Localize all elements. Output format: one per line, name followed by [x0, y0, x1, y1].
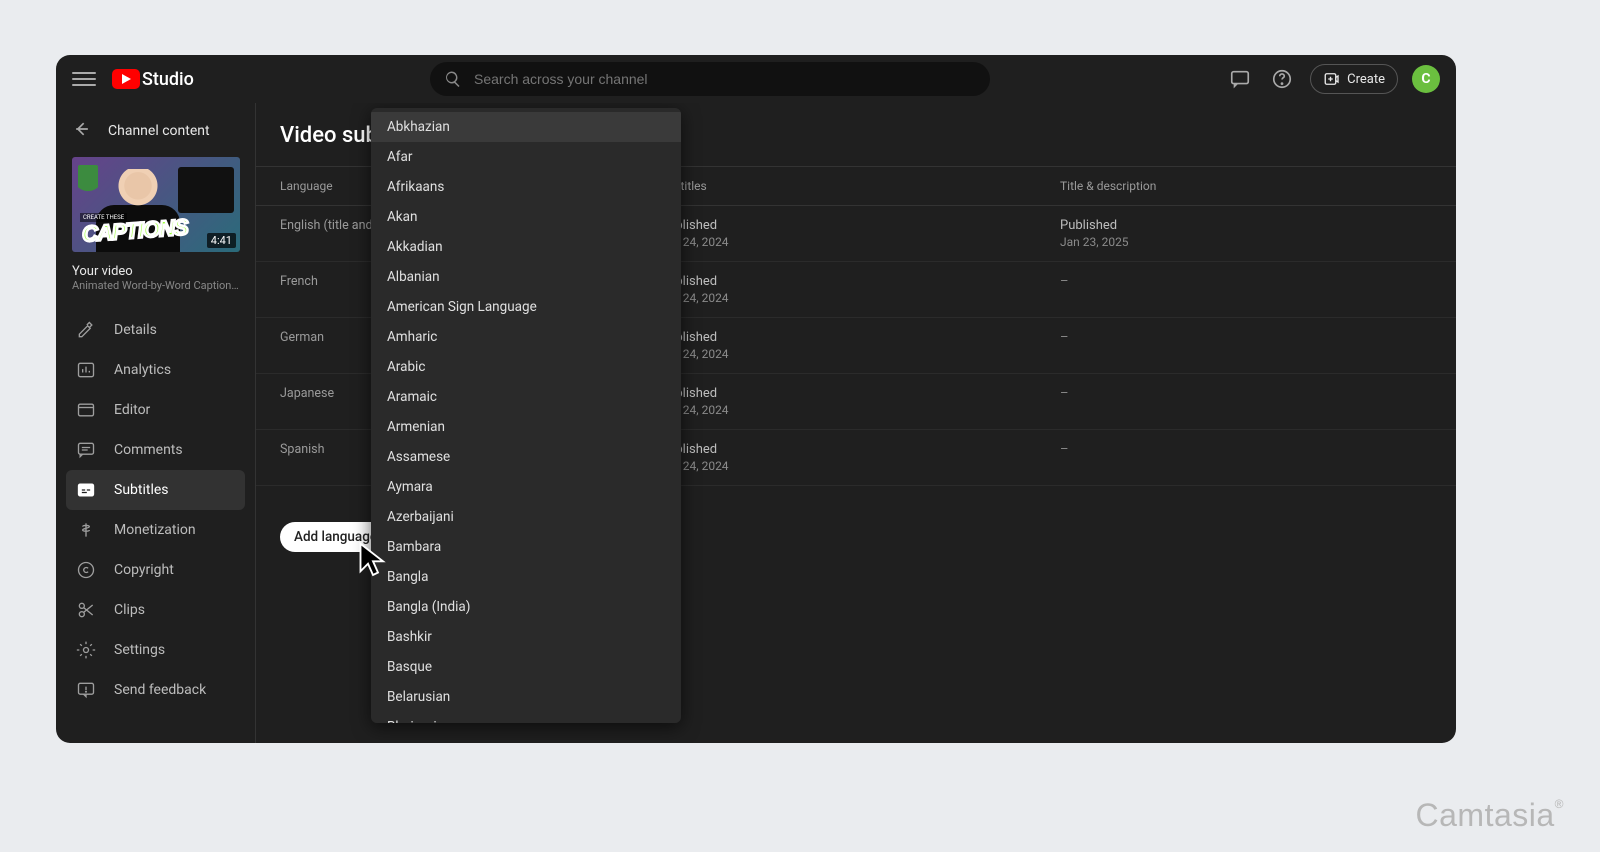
- sidebar-item-editor[interactable]: Editor: [56, 390, 255, 430]
- language-option[interactable]: Akan: [371, 202, 681, 232]
- search-bar[interactable]: [430, 62, 990, 96]
- nav-label: Monetization: [114, 522, 196, 538]
- search-icon: [444, 70, 462, 88]
- editor-icon: [76, 400, 96, 420]
- nav-label: Editor: [114, 402, 150, 418]
- cell-subtitles: PublishedJan 24, 2024: [660, 274, 1060, 305]
- sidebar-item-comments[interactable]: Comments: [56, 430, 255, 470]
- language-option[interactable]: Aramaic: [371, 382, 681, 412]
- sidebar-item-copyright[interactable]: Copyright: [56, 550, 255, 590]
- feedback-icon: [76, 680, 96, 700]
- cell-subtitles: PublishedJan 24, 2024: [660, 442, 1060, 473]
- money-icon: [76, 520, 96, 540]
- sidebar-item-details[interactable]: Details: [56, 310, 255, 350]
- create-button[interactable]: Create: [1310, 64, 1398, 94]
- main-content: Video subtitles Language Subtitles Title…: [256, 103, 1456, 743]
- language-option[interactable]: American Sign Language: [371, 292, 681, 322]
- video-thumbnail[interactable]: CREATE THESE CAPTIONS 4:41: [72, 157, 240, 252]
- language-option[interactable]: Bangla (India): [371, 592, 681, 622]
- language-option[interactable]: Basque: [371, 652, 681, 682]
- nav-label: Analytics: [114, 362, 171, 378]
- language-option[interactable]: Amharic: [371, 322, 681, 352]
- language-option[interactable]: Bashkir: [371, 622, 681, 652]
- language-option[interactable]: Belarusian: [371, 682, 681, 712]
- sidebar-item-subtitles[interactable]: Subtitles: [66, 470, 245, 510]
- sidebar-item-clips[interactable]: Clips: [56, 590, 255, 630]
- create-label: Create: [1347, 72, 1385, 87]
- create-plus-icon: [1323, 70, 1341, 88]
- menu-icon[interactable]: [72, 67, 96, 91]
- sidebar: Channel content CREATE THESE CAPTIONS 4:…: [56, 103, 256, 743]
- sidebar-item-analytics[interactable]: Analytics: [56, 350, 255, 390]
- video-duration: 4:41: [207, 233, 236, 248]
- nav-label: Settings: [114, 642, 165, 658]
- sidebar-nav: Details Analytics Editor Comments Subtitles M…: [56, 310, 255, 630]
- sidebar-item-settings[interactable]: Settings: [56, 630, 255, 670]
- nav-label: Comments: [114, 442, 183, 458]
- sidebar-item-monetization[interactable]: Monetization: [56, 510, 255, 550]
- language-option[interactable]: Afar: [371, 142, 681, 172]
- col-subtitles: Subtitles: [660, 179, 1060, 193]
- cell-title-desc: –: [1060, 330, 1432, 345]
- language-option[interactable]: Abkhazian: [371, 112, 681, 142]
- back-arrow-icon[interactable]: [72, 119, 92, 143]
- studio-logo[interactable]: Studio: [112, 69, 194, 90]
- cell-title-desc: –: [1060, 442, 1432, 457]
- cell-subtitles: PublishedJan 24, 2024: [660, 218, 1060, 249]
- chat-icon[interactable]: [1226, 65, 1254, 93]
- search-input[interactable]: [474, 71, 976, 87]
- language-option[interactable]: Afrikaans: [371, 172, 681, 202]
- col-title-desc: Title & description: [1060, 179, 1432, 193]
- nav-label: Clips: [114, 602, 145, 618]
- youtube-studio-window: Studio Create C: [56, 55, 1456, 743]
- pencil-icon: [76, 320, 96, 340]
- language-option[interactable]: Aymara: [371, 472, 681, 502]
- sidebar-header[interactable]: Channel content: [56, 113, 255, 157]
- subtitles-icon: [76, 480, 96, 500]
- clips-icon: [76, 600, 96, 620]
- nav-label: Subtitles: [114, 482, 169, 498]
- copyright-icon: [76, 560, 96, 580]
- language-option[interactable]: Azerbaijani: [371, 502, 681, 532]
- language-option[interactable]: Akkadian: [371, 232, 681, 262]
- cell-title-desc: –: [1060, 274, 1432, 289]
- nav-label: Copyright: [114, 562, 174, 578]
- cell-title-desc: PublishedJan 23, 2025: [1060, 218, 1432, 249]
- settings-icon: [76, 640, 96, 660]
- language-option[interactable]: Albanian: [371, 262, 681, 292]
- sidebar-nav-bottom: Settings Send feedback: [56, 630, 255, 733]
- analytics-icon: [76, 360, 96, 380]
- youtube-play-icon: [112, 69, 140, 89]
- language-option[interactable]: Armenian: [371, 412, 681, 442]
- language-option[interactable]: Bambara: [371, 532, 681, 562]
- video-title-label: Your video: [72, 264, 239, 279]
- language-option[interactable]: Arabic: [371, 352, 681, 382]
- logo-text: Studio: [142, 69, 194, 90]
- video-subtitle: Animated Word-by-Word Captions [i...: [72, 279, 239, 292]
- cell-subtitles: PublishedJan 24, 2024: [660, 330, 1060, 361]
- sidebar-item-send-feedback[interactable]: Send feedback: [56, 670, 255, 710]
- watermark: Camtasia®: [1416, 797, 1565, 834]
- cell-subtitles: PublishedJan 24, 2024: [660, 386, 1060, 417]
- language-option[interactable]: Bhojpuri: [371, 712, 681, 723]
- avatar[interactable]: C: [1412, 65, 1440, 93]
- language-dropdown[interactable]: AbkhazianAfarAfrikaansAkanAkkadianAlbani…: [371, 108, 681, 723]
- language-option[interactable]: Bangla: [371, 562, 681, 592]
- comments-icon: [76, 440, 96, 460]
- topbar: Studio Create C: [56, 55, 1456, 103]
- nav-label: Details: [114, 322, 157, 338]
- nav-label: Send feedback: [114, 682, 206, 698]
- cell-title-desc: –: [1060, 386, 1432, 401]
- help-icon[interactable]: [1268, 65, 1296, 93]
- sidebar-header-label: Channel content: [108, 123, 210, 139]
- language-option[interactable]: Assamese: [371, 442, 681, 472]
